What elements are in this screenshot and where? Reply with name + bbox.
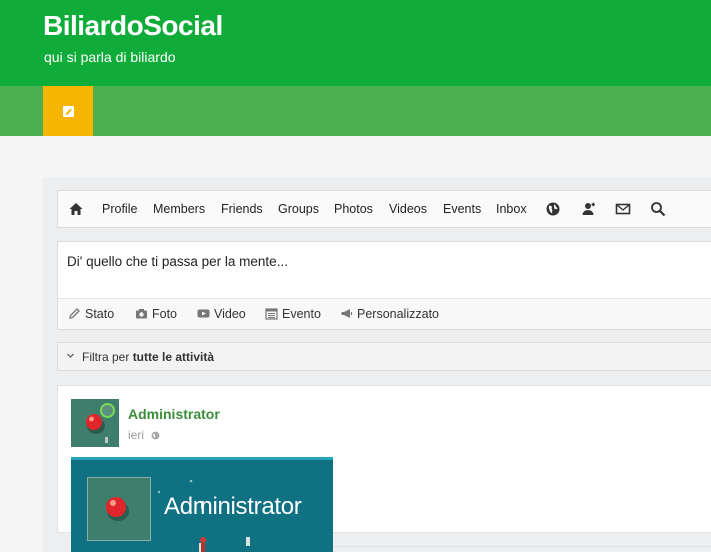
composer-type-foto[interactable]: Foto xyxy=(135,306,177,322)
main-menubar xyxy=(0,86,711,136)
video-icon xyxy=(197,309,210,318)
site-header: BiliardoSocial qui si parla di biliardo xyxy=(0,0,711,86)
hovercard-name[interactable]: Administrator xyxy=(164,493,302,521)
post-author[interactable]: Administrator xyxy=(128,406,220,422)
filter-prefix: Filtra per xyxy=(82,350,130,364)
pencil-icon xyxy=(69,308,80,319)
search-icon[interactable] xyxy=(650,201,666,217)
nav-events[interactable]: Events xyxy=(443,191,481,227)
composer-type-personalizzato[interactable]: Personalizzato xyxy=(340,306,439,322)
menu-toggle-button[interactable] xyxy=(43,86,93,136)
nav-members[interactable]: Members xyxy=(153,191,205,227)
globe-icon[interactable] xyxy=(545,201,561,217)
online-status-indicator xyxy=(100,403,115,418)
site-tagline: qui si parla di biliardo xyxy=(44,49,176,65)
post-time[interactable]: ieri xyxy=(128,428,144,442)
home-icon[interactable] xyxy=(68,201,84,217)
billiard-ball-photo xyxy=(88,478,150,540)
community-toolbar: Profile Members Friends Groups Photos Vi… xyxy=(57,190,711,228)
hovercard-avatar[interactable] xyxy=(87,477,151,541)
nav-inbox[interactable]: Inbox xyxy=(496,191,527,227)
activity-filter[interactable]: Filtra per tutte le attività xyxy=(57,342,711,371)
nav-videos[interactable]: Videos xyxy=(389,191,427,227)
profile-hovercard: Administrator xyxy=(71,457,333,552)
nav-profile[interactable]: Profile xyxy=(102,191,137,227)
camera-icon xyxy=(136,309,147,319)
composer-type-video[interactable]: Video xyxy=(197,306,246,322)
status-composer: Di' quello che ti passa per la mente... … xyxy=(57,241,711,330)
nav-photos[interactable]: Photos xyxy=(334,191,373,227)
mail-icon[interactable] xyxy=(615,201,631,217)
nav-friends[interactable]: Friends xyxy=(221,191,263,227)
filter-value: tutte le attività xyxy=(132,350,215,364)
calendar-icon xyxy=(265,308,278,320)
user-add-icon[interactable] xyxy=(580,201,596,217)
composer-type-evento[interactable]: Evento xyxy=(265,306,321,322)
chevron-down-icon xyxy=(67,353,74,358)
composer-type-bar: Stato Foto Video Evento Personalizzato xyxy=(58,299,711,329)
site-title[interactable]: BiliardoSocial xyxy=(43,10,223,42)
globe-icon xyxy=(151,431,160,440)
nav-groups[interactable]: Groups xyxy=(278,191,319,227)
divider xyxy=(333,546,711,547)
expand-icon xyxy=(63,106,74,117)
status-input[interactable]: Di' quello che ti passa per la mente... xyxy=(67,254,288,269)
megaphone-icon xyxy=(341,309,353,318)
composer-type-stato[interactable]: Stato xyxy=(68,306,114,322)
